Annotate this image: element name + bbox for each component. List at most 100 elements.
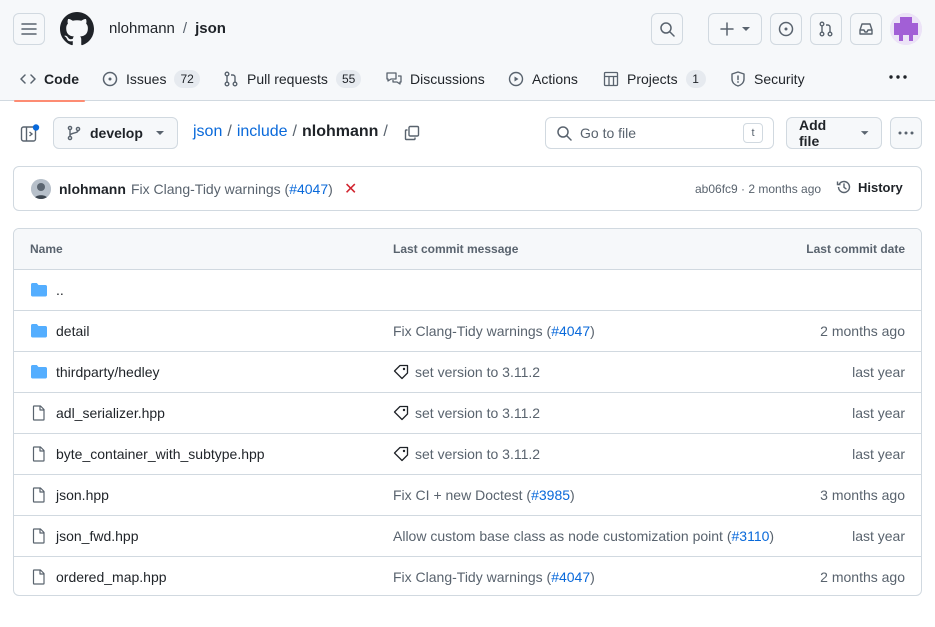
commit-message-text: Fix CI + new Doctest (	[393, 487, 532, 503]
shield-icon	[731, 70, 745, 87]
your-issues-button[interactable]	[770, 13, 802, 45]
go-to-file-input[interactable]: Go to file t	[545, 117, 774, 149]
pull-request-icon	[819, 21, 833, 37]
file-name-link[interactable]: byte_container_with_subtype.hpp	[56, 446, 265, 462]
commit-date: last year	[852, 446, 905, 462]
commit-message-link[interactable]: Fix Clang-Tidy warnings (#4047)	[393, 323, 595, 339]
column-name: Name	[30, 242, 63, 256]
breadcrumb-include[interactable]: include	[237, 123, 288, 140]
commit-message-body: Allow custom base class as node customiz…	[393, 528, 774, 544]
table-row[interactable]: detail Fix Clang-Tidy warnings (#4047) 2 m…	[14, 311, 921, 352]
go-to-file-placeholder: Go to file	[580, 125, 637, 141]
file-icon	[30, 569, 48, 585]
history-icon	[836, 180, 851, 194]
pull-request-icon	[224, 71, 238, 86]
table-row[interactable]: json.hpp Fix CI + new Doctest (#3985) 3 mo…	[14, 475, 921, 516]
branch-name: develop	[90, 125, 143, 141]
breadcrumb-separator: /	[227, 123, 232, 140]
file-name-link[interactable]: ..	[56, 282, 64, 298]
tag-icon	[393, 446, 409, 462]
menu-button[interactable]	[13, 13, 45, 45]
your-pull-requests-button[interactable]	[810, 13, 842, 45]
folder-icon	[30, 323, 48, 339]
breadcrumb-current: nlohmann	[301, 123, 379, 140]
commit-pr-link[interactable]: #4047	[289, 181, 328, 197]
copy-path-button[interactable]	[404, 125, 420, 141]
context-separator: /	[182, 20, 188, 37]
commit-message-suffix: )	[570, 487, 575, 503]
pr-link[interactable]: #4047	[551, 569, 590, 585]
plus-icon	[720, 22, 734, 36]
inbox-button[interactable]	[850, 13, 882, 45]
file-name-link[interactable]: detail	[56, 323, 89, 339]
commit-message-text: Allow custom base class as node customiz…	[393, 528, 732, 544]
commit-message-suffix: )	[769, 528, 775, 544]
create-new-button[interactable]	[708, 13, 762, 45]
commit-message-link[interactable]: Allow custom base class as node customiz…	[393, 528, 774, 544]
user-avatar[interactable]	[890, 13, 922, 45]
breadcrumb-json[interactable]: json	[193, 123, 222, 140]
tab-code[interactable]: Code	[14, 56, 85, 102]
repo-context: nlohmann / json	[109, 20, 226, 37]
copy-icon	[404, 125, 420, 141]
avatar-identicon-icon	[890, 13, 922, 45]
file-table-body: .. detail Fix Clang-Tidy warnings (#4047) 2…	[14, 270, 921, 595]
table-row[interactable]: adl_serializer.hpp set version to 3.11.2 l…	[14, 393, 921, 434]
commit-message[interactable]: Fix Clang-Tidy warnings (#4047)	[131, 181, 333, 197]
commit-date: last year	[852, 405, 905, 421]
commit-message-link[interactable]: Fix Clang-Tidy warnings (#4047)	[393, 569, 595, 585]
latest-commit: nlohmann Fix Clang-Tidy warnings (#4047)…	[13, 166, 922, 211]
pr-link[interactable]: #3985	[531, 487, 570, 503]
github-logo-icon[interactable]	[60, 12, 94, 46]
breadcrumb: json / include / nlohmann /	[193, 123, 393, 141]
commit-message-body: set version to 3.11.2	[415, 405, 540, 421]
commit-message-link[interactable]: Fix CI + new Doctest (#3985)	[393, 487, 575, 503]
commit-author[interactable]: nlohmann	[59, 181, 126, 197]
commit-date: 2 months ago	[820, 569, 905, 585]
commit-message-suffix: )	[590, 323, 595, 339]
tab-actions[interactable]: Actions	[508, 56, 578, 101]
commit-sha-time[interactable]: ab06fc9 · 2 months ago	[695, 182, 821, 196]
search-button[interactable]	[651, 13, 683, 45]
commit-date: last year	[852, 528, 905, 544]
nav-overflow-button[interactable]	[888, 70, 908, 86]
ci-failed-icon[interactable]: ✕	[344, 179, 357, 199]
tab-actions-label: Actions	[532, 70, 578, 87]
file-name-link[interactable]: json_fwd.hpp	[56, 528, 139, 544]
branch-selector[interactable]: develop	[53, 117, 178, 149]
tab-pull-requests[interactable]: Pull requests 55	[223, 56, 362, 101]
history-button[interactable]: History	[836, 179, 903, 195]
file-name-link[interactable]: json.hpp	[56, 487, 109, 503]
pr-link[interactable]: #4047	[551, 323, 590, 339]
commit-message-link[interactable]: set version to 3.11.2	[393, 446, 540, 462]
add-file-button[interactable]: Add file	[786, 117, 882, 149]
tab-projects[interactable]: Projects 1	[603, 56, 706, 101]
more-options-button[interactable]	[890, 117, 922, 149]
folder-icon	[30, 364, 48, 380]
file-icon	[30, 405, 48, 421]
repo-link[interactable]: json	[195, 20, 226, 37]
commit-message-link[interactable]: set version to 3.11.2	[393, 405, 540, 421]
tab-security[interactable]: Security	[730, 56, 805, 101]
table-row[interactable]: ordered_map.hpp Fix Clang-Tidy warnings (…	[14, 557, 921, 595]
table-row[interactable]: ..	[14, 270, 921, 311]
file-name-link[interactable]: adl_serializer.hpp	[56, 405, 165, 421]
table-row[interactable]: json_fwd.hpp Allow custom base class as n…	[14, 516, 921, 557]
table-row[interactable]: byte_container_with_subtype.hpp set versi…	[14, 434, 921, 475]
tab-discussions[interactable]: Discussions	[386, 56, 485, 101]
commit-message-link[interactable]: set version to 3.11.2	[393, 364, 540, 380]
pr-link[interactable]: #3110	[732, 528, 770, 544]
tab-code-label: Code	[44, 70, 79, 87]
tab-issues[interactable]: Issues 72	[102, 56, 200, 101]
file-tree-toggle[interactable]	[20, 124, 40, 144]
commit-message-body: set version to 3.11.2	[415, 364, 540, 380]
tab-issues-label: Issues	[126, 70, 167, 87]
issue-icon	[102, 71, 118, 86]
table-row[interactable]: thirdparty/hedley set version to 3.11.2 la…	[14, 352, 921, 393]
file-name-link[interactable]: thirdparty/hedley	[56, 364, 160, 380]
file-table-header: Name Last commit message Last commit dat…	[14, 229, 921, 270]
owner-link[interactable]: nlohmann	[109, 20, 175, 37]
file-name-link[interactable]: ordered_map.hpp	[56, 569, 167, 585]
commit-author-avatar[interactable]	[31, 179, 51, 199]
issue-icon	[778, 21, 794, 37]
